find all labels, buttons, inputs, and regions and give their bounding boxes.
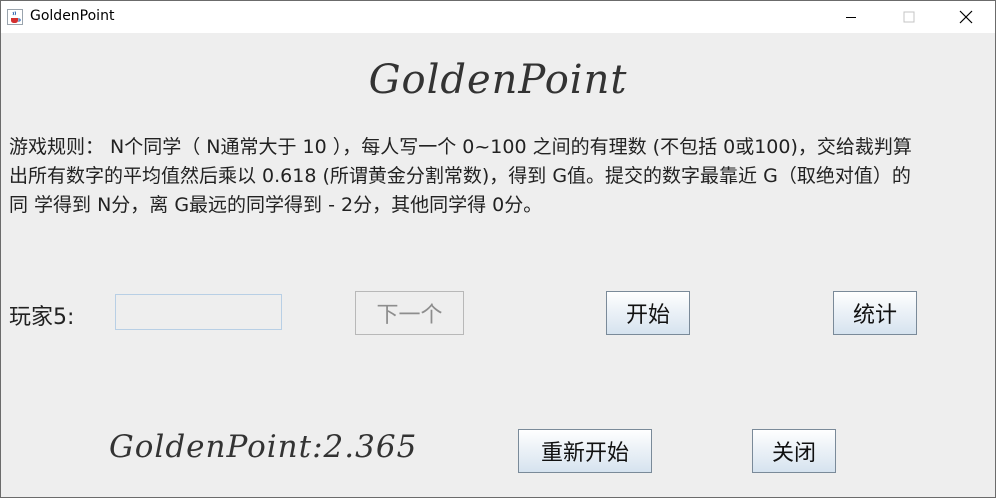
start-button[interactable]: 开始 xyxy=(606,291,690,335)
minimize-button[interactable] xyxy=(822,1,880,33)
rules-line-3: 同 学得到 N分，离 G最远的同学得到 - 2分，其他同学得 0分。 xyxy=(9,194,543,216)
maximize-icon xyxy=(903,11,915,23)
window-title: GoldenPoint xyxy=(30,8,115,24)
page-title: GoldenPoint xyxy=(368,57,628,103)
minimize-icon xyxy=(846,17,856,18)
player-number-input[interactable] xyxy=(115,294,282,330)
game-rules-text: 游戏规则： N个同学（ N通常大于 10 ），每人写一个 0~100 之间的有理… xyxy=(9,133,979,220)
player-label: 玩家5: xyxy=(9,305,75,330)
statistics-button[interactable]: 统计 xyxy=(833,291,917,335)
next-player-button[interactable]: 下一个 xyxy=(355,291,464,335)
maximize-button[interactable] xyxy=(880,1,938,33)
restart-button[interactable]: 重新开始 xyxy=(518,429,652,473)
close-window-button[interactable] xyxy=(937,1,995,33)
golden-point-result: GoldenPoint:2.365 xyxy=(109,429,418,465)
java-cup-icon xyxy=(7,9,23,25)
close-button[interactable]: 关闭 xyxy=(752,429,836,473)
close-icon xyxy=(959,10,973,24)
app-window: GoldenPoint GoldenPoint 游戏规则： N个同学（ N通常大… xyxy=(0,0,996,498)
rules-line-2: 出所有数字的平均值然后乘以 0.618 (所谓黄金分割常数)，得到 G值。提交的… xyxy=(9,165,911,187)
rules-line-1: 游戏规则： N个同学（ N通常大于 10 ），每人写一个 0~100 之间的有理… xyxy=(9,136,912,158)
title-bar[interactable]: GoldenPoint xyxy=(1,1,995,33)
